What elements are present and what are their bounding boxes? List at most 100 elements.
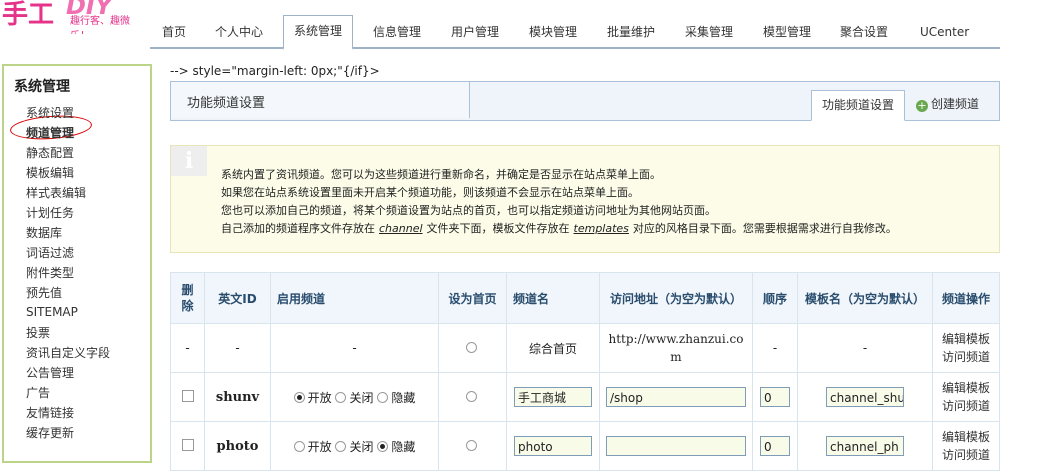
cell-template: channel_ph: [797, 421, 933, 471]
cell-enable: 开放 关闭 隐藏: [270, 421, 439, 471]
channel-order-input[interactable]: 0: [760, 436, 790, 456]
sidebar-item-vote[interactable]: 投票: [26, 324, 50, 341]
code-leak-text: --> style="margin-left: 0px;"{/if}>: [170, 64, 380, 78]
sidebar-item-database[interactable]: 数据库: [26, 224, 62, 241]
status-open-label: 开放: [307, 390, 332, 405]
sidebar-item-sitemap[interactable]: SITEMAP: [26, 305, 78, 319]
sidebar-item-presets[interactable]: 预先值: [26, 284, 62, 301]
status-open-radio[interactable]: [293, 391, 305, 403]
notice-line-2: 如果您在站点系统设置里面未开启某个频道功能，则该频道不会显示在站点菜单上面。: [221, 186, 639, 199]
sidebar-item-ads[interactable]: 广告: [26, 384, 50, 401]
cell-home: [438, 323, 507, 373]
channel-template-input[interactable]: channel_ph: [826, 436, 904, 456]
cell-delete: [170, 421, 205, 471]
status-hide-radio[interactable]: [377, 391, 389, 403]
info-icon: i: [171, 146, 207, 176]
sidebar-item-attach-types[interactable]: 附件类型: [26, 264, 74, 281]
status-hide-label: 隐藏: [391, 390, 416, 405]
home-radio[interactable]: [465, 440, 477, 451]
nav-item-users[interactable]: 用户管理: [451, 17, 499, 47]
nav-item-aggregate[interactable]: 聚合设置: [840, 17, 888, 47]
sidebar-item-cron[interactable]: 计划任务: [26, 204, 74, 221]
channel-url-input[interactable]: [606, 436, 746, 456]
cell-home: [438, 372, 507, 422]
sidebar-item-custom-fields[interactable]: 资讯自定义字段: [26, 344, 110, 361]
nav-item-home[interactable]: 首页: [162, 17, 186, 47]
sidebar-item-cache[interactable]: 缓存更新: [26, 424, 74, 441]
visit-channel-link[interactable]: 访问频道: [933, 348, 999, 366]
status-close-label: 关闭: [349, 390, 374, 405]
section-header: 功能频道设置 功能频道设置 + 创建频道: [170, 81, 1000, 121]
nav-item-modules[interactable]: 模块管理: [529, 17, 577, 47]
status-close-radio[interactable]: [335, 391, 347, 403]
nav-item-model[interactable]: 模型管理: [763, 17, 811, 47]
status-open-label: 开放: [307, 439, 332, 454]
channel-template-input[interactable]: channel_shu: [826, 387, 904, 407]
tab-create-channel-label: 创建频道: [931, 97, 980, 111]
logo-main-text: 手工: [2, 0, 55, 30]
table-row: - - - 综合首页 http://www.zhanzui.com - - 编辑…: [170, 323, 1000, 373]
edit-template-link[interactable]: 编辑模板: [933, 428, 999, 446]
channel-dir-text: channel: [379, 222, 423, 235]
home-radio[interactable]: [465, 342, 477, 353]
channel-name-input[interactable]: 手工商城: [514, 387, 592, 407]
delete-checkbox[interactable]: [181, 389, 194, 402]
nav-item-ucenter[interactable]: UCenter: [920, 17, 969, 47]
nav-item-collect[interactable]: 采集管理: [685, 17, 733, 47]
status-close-radio[interactable]: [335, 440, 347, 452]
nav-item-system[interactable]: 系统管理: [283, 15, 354, 50]
cell-ops: 编辑模板 访问频道: [932, 372, 1000, 422]
sidebar-item-channels[interactable]: 频道管理: [26, 124, 74, 141]
sidebar: 系统管理 系统设置 频道管理 静态配置 模板编辑 样式表编辑 计划任务 数据库 …: [2, 64, 152, 463]
cell-ops: 编辑模板 访问频道: [932, 323, 1000, 373]
section-header-title-box: 功能频道设置: [171, 82, 470, 118]
col-header-url: 访问地址（为空为默认）: [599, 272, 753, 324]
sidebar-title: 系统管理: [14, 79, 70, 95]
status-hide-label: 隐藏: [391, 439, 416, 454]
section-title: 功能频道设置: [187, 96, 266, 111]
status-close-label: 关闭: [349, 439, 374, 454]
col-header-order: 顺序: [752, 272, 798, 324]
nav-item-info[interactable]: 信息管理: [373, 17, 421, 47]
status-open-radio[interactable]: [293, 440, 305, 452]
sidebar-item-settings[interactable]: 系统设置: [26, 104, 74, 121]
notice-box: i 系统内置了资讯频道。您可以为这些频道进行重新命名，并确定是否显示在站点菜单上…: [170, 145, 1000, 253]
cell-delete: [170, 372, 205, 422]
cell-ops: 编辑模板 访问频道: [932, 421, 1000, 471]
sidebar-item-announcements[interactable]: 公告管理: [26, 364, 74, 381]
tab-create-channel[interactable]: + 创建频道: [916, 90, 979, 119]
col-header-id: 英文ID: [204, 272, 271, 324]
cell-template: -: [797, 323, 933, 373]
channel-order-input[interactable]: 0: [760, 387, 790, 407]
visit-channel-link[interactable]: 访问频道: [933, 446, 999, 464]
cell-order: -: [752, 323, 798, 373]
visit-channel-link[interactable]: 访问频道: [933, 397, 999, 415]
notice-line-4: 自己添加的频道程序文件存放在 channel 文件夹下面，模板文件存放在 templa…: [221, 220, 897, 236]
cell-order: 0: [752, 372, 798, 422]
channel-name-input[interactable]: photo: [514, 436, 592, 456]
cell-name: photo: [506, 421, 600, 471]
sidebar-item-css-edit[interactable]: 样式表编辑: [26, 184, 86, 201]
home-radio[interactable]: [465, 391, 477, 402]
notice-line-4-c: 文件夹下面，模板文件存放在: [426, 222, 570, 235]
delete-checkbox[interactable]: [181, 438, 194, 451]
sidebar-item-links[interactable]: 友情链接: [26, 404, 74, 421]
plus-circle-icon: +: [916, 99, 928, 112]
cell-name: 综合首页: [506, 323, 600, 373]
cell-delete: -: [170, 323, 205, 373]
cell-home: [438, 421, 507, 471]
sidebar-item-static[interactable]: 静态配置: [26, 144, 74, 161]
cell-template: channel_shu: [797, 372, 933, 422]
edit-template-link[interactable]: 编辑模板: [933, 379, 999, 397]
nav-item-personal[interactable]: 个人中心: [215, 17, 263, 47]
sidebar-item-word-filter[interactable]: 词语过滤: [26, 244, 74, 261]
notice-line-4-e: 对应的风格目录下面。您需要根据需求进行自我修改。: [632, 222, 897, 235]
channel-table: 删除 英文ID 启用频道 设为首页 频道名 访问地址（为空为默认） 顺序 模板名…: [170, 272, 1000, 471]
status-hide-radio[interactable]: [377, 440, 389, 452]
channel-url-input[interactable]: /shop: [606, 387, 746, 407]
nav-item-batch[interactable]: 批量维护: [607, 17, 655, 47]
tab-channel-settings[interactable]: 功能频道设置: [811, 90, 906, 121]
sidebar-item-template-edit[interactable]: 模板编辑: [26, 164, 74, 181]
edit-template-link[interactable]: 编辑模板: [933, 330, 999, 348]
col-header-template: 模板名（为空为默认）: [797, 272, 933, 324]
